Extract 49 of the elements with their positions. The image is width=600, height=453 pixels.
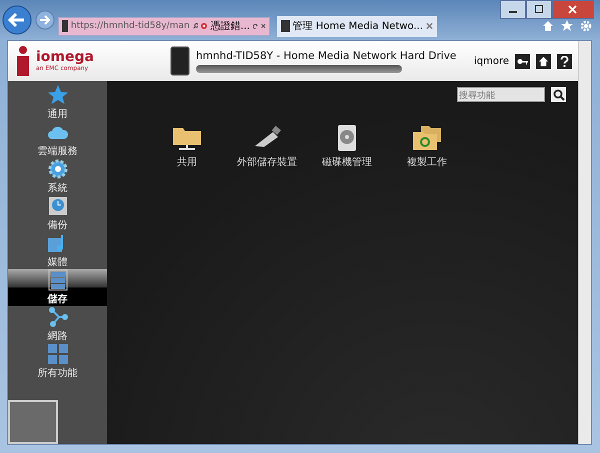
star-icon	[46, 84, 68, 106]
maximize-button[interactable]	[526, 0, 552, 19]
help-button[interactable]	[557, 54, 572, 68]
copy-folder-icon	[411, 124, 443, 152]
error-icon	[201, 21, 208, 31]
sidebar-item[interactable]: 備份	[8, 195, 107, 232]
home-icon[interactable]	[542, 20, 554, 32]
search-field[interactable]: 搜尋功能	[457, 87, 545, 102]
close-icon[interactable]	[426, 22, 433, 30]
network-icon	[46, 306, 68, 328]
forward-button[interactable]	[35, 10, 55, 30]
sidebar-item[interactable]: 所有功能	[8, 343, 107, 380]
photo-placeholder	[8, 400, 58, 444]
page-icon	[281, 20, 290, 32]
sidebar-item[interactable]: 通用	[8, 84, 107, 121]
browser-tab[interactable]: 管理 Home Media Netwo...	[277, 16, 437, 36]
address-bar[interactable]: https://hmnhd-tid58y/man 憑證錯...	[58, 16, 270, 36]
feature-item[interactable]: 複製工作	[387, 124, 467, 169]
scrollbar[interactable]	[578, 41, 591, 444]
username: iqmore	[474, 56, 509, 66]
refresh-icon[interactable]	[252, 22, 258, 30]
feature-item[interactable]: 外部儲存裝置	[227, 124, 307, 169]
certificate-error[interactable]: 憑證錯...	[210, 19, 250, 33]
feature-item[interactable]: 共用	[147, 124, 227, 169]
sidebar-item[interactable]: 系統	[8, 158, 107, 195]
drive-icon	[170, 46, 190, 76]
minimize-button[interactable]	[500, 0, 526, 19]
sidebar-item[interactable]: 網路	[8, 306, 107, 343]
back-button[interactable]	[2, 5, 32, 35]
home-button[interactable]	[536, 54, 551, 68]
sidebar-item[interactable]: 媒體	[8, 232, 107, 269]
grid-icon	[46, 343, 68, 365]
close-button[interactable]	[552, 0, 594, 19]
settings-icon[interactable]	[580, 20, 592, 32]
logo-text: iomega	[36, 50, 94, 65]
key-button[interactable]	[515, 54, 530, 68]
gear-icon	[46, 158, 68, 180]
search-button[interactable]	[551, 87, 566, 102]
sidebar-item[interactable]: 雲端服務	[8, 121, 107, 158]
star-icon[interactable]	[561, 20, 573, 32]
clock-icon	[46, 195, 68, 217]
close-icon[interactable]	[261, 22, 266, 30]
device-title: hmnhd-TID58Y - Home Media Network Hard Drive	[196, 50, 456, 62]
sidebar-item[interactable]: 儲存	[8, 269, 107, 306]
logo-icon	[14, 45, 32, 77]
storage-icon	[46, 269, 68, 291]
search-icon	[192, 21, 198, 31]
feature-item[interactable]: 磁碟機管理	[307, 124, 387, 169]
page-icon	[62, 20, 68, 32]
